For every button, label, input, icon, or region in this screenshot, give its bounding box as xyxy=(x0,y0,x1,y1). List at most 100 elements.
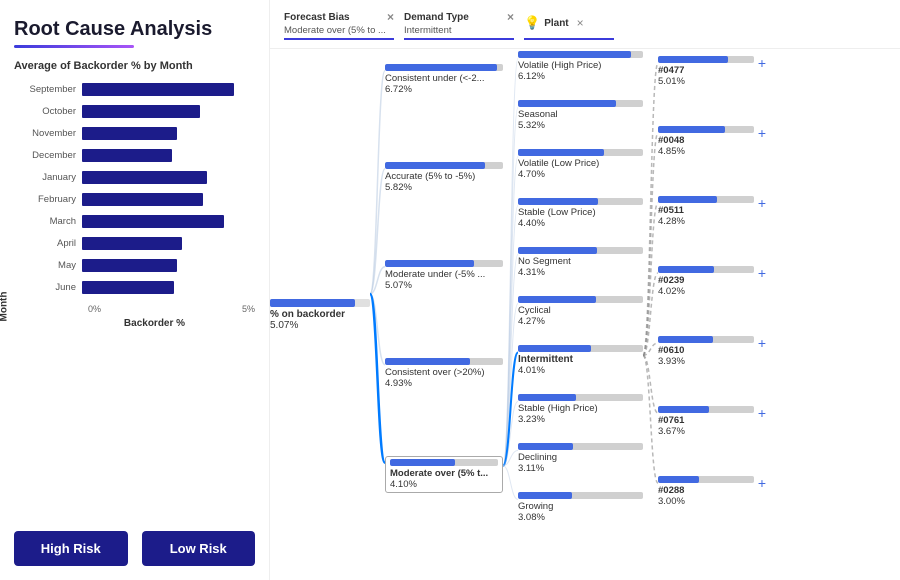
plant-bar-fill xyxy=(658,266,714,273)
bar-row: February xyxy=(24,190,255,208)
plant-expand-icon[interactable]: + xyxy=(758,56,766,70)
bar-fill xyxy=(82,127,177,140)
plant-expand-icon[interactable]: + xyxy=(758,406,766,420)
demand-node[interactable]: Intermittent 4.01% xyxy=(518,345,643,376)
forecast-bar-track xyxy=(385,260,503,267)
demand-bar-fill xyxy=(518,492,572,499)
plant-expand-icon[interactable]: + xyxy=(758,476,766,490)
plant-bar-track xyxy=(658,266,754,273)
demand-bar-track xyxy=(518,345,643,352)
demand-node-value: 4.70% xyxy=(518,169,643,180)
page-title: Root Cause Analysis xyxy=(14,18,255,41)
plant-filter[interactable]: 💡 Plant × xyxy=(524,10,614,40)
plant-node-label: #0511 xyxy=(658,205,754,216)
bar-row: September xyxy=(24,80,255,98)
bar-fill xyxy=(82,237,182,250)
bar-track xyxy=(82,149,255,162)
root-value: 5.07% xyxy=(270,320,370,331)
root-bar-track xyxy=(270,299,370,307)
plant-bar-fill xyxy=(658,336,713,343)
forecast-node: Accurate (5% to -5%) 5.82% xyxy=(385,162,503,193)
forecast-bar-fill xyxy=(390,459,455,466)
demand-type-value: Intermittent xyxy=(404,25,514,36)
forecast-bias-filter[interactable]: Forecast Bias × Moderate over (5% to ... xyxy=(284,10,394,40)
title-underline xyxy=(14,45,134,48)
plant-bar-track xyxy=(658,336,754,343)
plant-node: #0477 5.01% + xyxy=(658,56,766,87)
plant-close[interactable]: × xyxy=(577,16,584,30)
plant-node-label: #0288 xyxy=(658,485,754,496)
demand-type-filter[interactable]: Demand Type × Intermittent xyxy=(404,10,514,40)
plant-expand-icon[interactable]: + xyxy=(758,196,766,210)
plant-node-content: #0288 3.00% xyxy=(658,476,754,507)
plant-expand-icon[interactable]: + xyxy=(758,126,766,140)
high-risk-button[interactable]: High Risk xyxy=(14,531,128,566)
bar-label: April xyxy=(24,238,82,249)
sankey-area: % on backorder 5.07% Consistent under (<… xyxy=(270,49,900,580)
plant-bar-track xyxy=(658,56,754,63)
plant-expand-icon[interactable]: + xyxy=(758,336,766,350)
forecast-bias-label: Forecast Bias xyxy=(284,12,350,23)
demand-type-label: Demand Type xyxy=(404,12,469,23)
demand-node-value: 4.31% xyxy=(518,267,643,278)
forecast-node-value: 5.07% xyxy=(385,280,503,291)
demand-node-label: No Segment xyxy=(518,256,643,267)
demand-bar-fill xyxy=(518,296,596,303)
plant-bar-fill xyxy=(658,476,699,483)
demand-node-label: Stable (Low Price) xyxy=(518,207,643,218)
plant-bar-track xyxy=(658,476,754,483)
forecast-bar-track xyxy=(390,459,498,466)
filter-bar: Forecast Bias × Moderate over (5% to ...… xyxy=(270,10,900,49)
forecast-node-label: Consistent under (<-2... xyxy=(385,73,503,84)
plant-node-value: 4.28% xyxy=(658,216,754,227)
demand-bar-track xyxy=(518,394,643,401)
plant-label: Plant xyxy=(544,18,568,29)
bar-row: June xyxy=(24,278,255,296)
plant-bar-track xyxy=(658,196,754,203)
forecast-node: Consistent over (>20%) 4.93% xyxy=(385,358,503,389)
plant-node-value: 4.02% xyxy=(658,286,754,297)
plant-node-label: #0239 xyxy=(658,275,754,286)
demand-bar-fill xyxy=(518,51,631,58)
demand-node-label: Cyclical xyxy=(518,305,643,316)
demand-bar-fill xyxy=(518,247,597,254)
axis-end: 5% xyxy=(242,304,255,314)
demand-bar-track xyxy=(518,149,643,156)
bar-track xyxy=(82,193,255,206)
bar-track xyxy=(82,127,255,140)
demand-type-close[interactable]: × xyxy=(507,10,514,24)
demand-bar-fill xyxy=(518,149,604,156)
low-risk-button[interactable]: Low Risk xyxy=(142,531,256,566)
plant-node-value: 5.01% xyxy=(658,76,754,87)
demand-node: Declining 3.11% xyxy=(518,443,643,474)
root-bar-fill xyxy=(270,299,355,307)
bottom-buttons: High Risk Low Risk xyxy=(14,531,255,570)
bar-track xyxy=(82,171,255,184)
forecast-bar-fill xyxy=(385,64,497,71)
forecast-node[interactable]: Moderate over (5% t... 4.10% xyxy=(385,456,503,493)
demand-node: No Segment 4.31% xyxy=(518,247,643,278)
demand-node: Stable (Low Price) 4.40% xyxy=(518,198,643,229)
forecast-bias-close[interactable]: × xyxy=(387,10,394,24)
bar-track xyxy=(82,83,255,96)
bar-fill xyxy=(82,281,174,294)
demand-node-label: Intermittent xyxy=(518,354,643,365)
demand-node: Stable (High Price) 3.23% xyxy=(518,394,643,425)
plant-node-value: 4.85% xyxy=(658,146,754,157)
bar-fill xyxy=(82,83,234,96)
demand-node-label: Volatile (High Price) xyxy=(518,60,643,71)
plant-bar-track xyxy=(658,406,754,413)
plant-expand-icon[interactable]: + xyxy=(758,266,766,280)
plant-node-value: 3.00% xyxy=(658,496,754,507)
plant-bar-fill xyxy=(658,406,709,413)
demand-node: Volatile (Low Price) 4.70% xyxy=(518,149,643,180)
demand-node-value: 3.08% xyxy=(518,512,643,523)
forecast-node-label: Moderate over (5% t... xyxy=(390,468,498,479)
demand-node: Growing 3.08% xyxy=(518,492,643,523)
demand-bar-track xyxy=(518,296,643,303)
bar-label: September xyxy=(24,84,82,95)
demand-node: Volatile (High Price) 6.12% xyxy=(518,51,643,82)
bar-label: November xyxy=(24,128,82,139)
forecast-node: Moderate under (-5% ... 5.07% xyxy=(385,260,503,291)
plant-node-value: 3.93% xyxy=(658,356,754,367)
